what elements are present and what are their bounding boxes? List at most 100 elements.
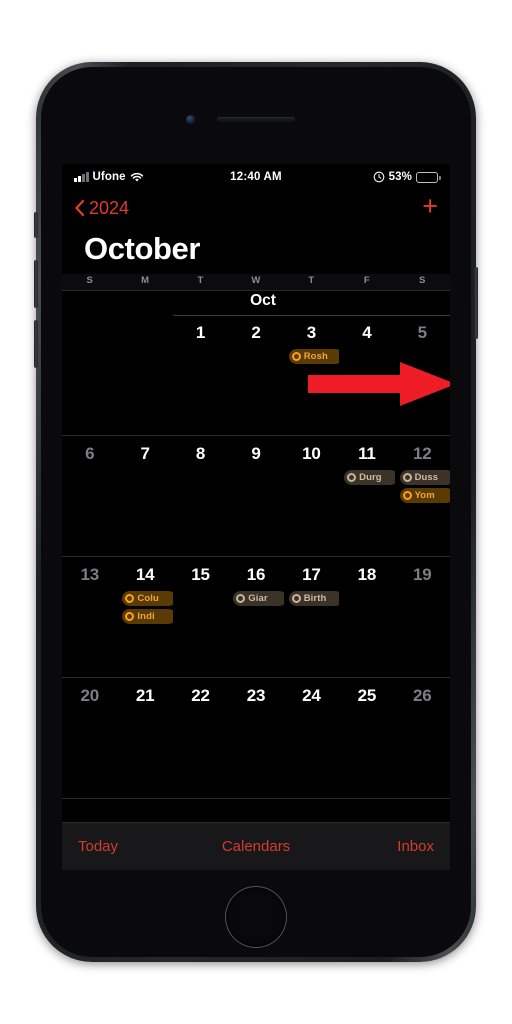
home-button[interactable] <box>225 886 287 948</box>
event-pill[interactable]: Rosh <box>288 349 340 364</box>
calendar-week-row: 1 2 3 Rosh 4 5 <box>62 315 450 436</box>
event-dot-icon <box>236 594 246 603</box>
weekday-label-mon: M <box>141 275 150 286</box>
calendar-day-cell[interactable]: 20 <box>62 678 117 798</box>
calendar-day-cell[interactable]: 11 Durg <box>339 436 395 556</box>
status-bar: Ufone 12:40 AM 53% <box>62 164 450 190</box>
inbox-button[interactable]: Inbox <box>397 838 434 855</box>
calendar-day-cell[interactable]: 9 <box>228 436 283 556</box>
event-dot-icon <box>402 473 412 482</box>
calendar-day-cell[interactable]: 22 <box>173 678 228 798</box>
calendar-week-row: 6 7 8 9 10 11 Durg 12 Duss Yom <box>62 436 450 557</box>
month-separator-strip: Oct <box>62 291 450 315</box>
calendar-day-cell[interactable]: 4 <box>339 315 394 435</box>
earpiece-speaker <box>217 117 295 122</box>
day-number: 26 <box>413 686 432 705</box>
calendar-day-cell[interactable]: 16 Giar <box>228 557 284 677</box>
calendar-day-cell[interactable]: 19 <box>395 557 450 677</box>
event-title: Rosh <box>303 351 328 362</box>
day-number: 17 <box>302 565 321 584</box>
event-pill[interactable]: Yom <box>399 488 450 503</box>
volume-up-button[interactable] <box>34 260 38 308</box>
day-number: 5 <box>417 323 427 342</box>
calendar-day-cell[interactable]: 18 <box>339 557 394 677</box>
day-number: 9 <box>251 444 261 463</box>
calendar-day-cell[interactable]: 6 <box>62 436 117 556</box>
calendar-month-grid[interactable]: 1 2 3 Rosh 4 5 6 7 8 9 10 11 Durg 12 Duss Yom 13 14 Colu In… <box>62 315 450 799</box>
day-number: 11 <box>358 444 376 463</box>
event-dot-icon <box>347 473 357 482</box>
event-title: Yom <box>414 490 435 501</box>
calendar-day-cell[interactable]: 26 <box>395 678 450 798</box>
event-pill[interactable]: Giar <box>233 591 284 606</box>
calendar-day-cell[interactable]: 24 <box>284 678 339 798</box>
calendar-day-cell[interactable]: 21 <box>117 678 172 798</box>
calendar-day-cell[interactable]: 3 Rosh <box>284 315 340 435</box>
silent-switch[interactable] <box>34 212 38 238</box>
event-title: Duss <box>414 472 439 483</box>
day-number: 8 <box>195 444 206 463</box>
day-number: 18 <box>357 565 377 584</box>
event-dot-icon <box>291 352 301 361</box>
day-events-list: Durg <box>339 470 395 485</box>
month-strip-label: Oct <box>250 292 276 309</box>
front-camera-icon <box>186 115 195 124</box>
event-pill[interactable]: Colu <box>122 591 173 606</box>
page-title: October <box>84 231 201 266</box>
day-number: 7 <box>140 444 150 463</box>
alarm-clock-icon <box>373 171 385 183</box>
weekday-label-sat: S <box>419 275 426 286</box>
battery-percent-label: 53% <box>388 171 412 183</box>
event-title: Durg <box>359 472 382 483</box>
calendar-day-cell[interactable]: 15 <box>173 557 228 677</box>
weekday-header-row: S M T W T F S <box>62 274 450 291</box>
day-number: 21 <box>135 686 155 705</box>
day-number: 6 <box>85 444 95 463</box>
back-to-year-button[interactable]: 2024 <box>74 198 129 219</box>
event-dot-icon <box>125 594 135 603</box>
calendar-day-cell[interactable]: 13 <box>62 557 117 677</box>
day-number: 14 <box>135 565 155 584</box>
calendar-day-cell[interactable]: 23 <box>228 678 283 798</box>
event-pill[interactable]: Duss <box>399 470 450 485</box>
event-dot-icon <box>291 594 301 603</box>
calendar-day-cell[interactable]: 8 <box>173 436 228 556</box>
add-event-button[interactable]: + <box>422 193 438 223</box>
day-number: 22 <box>191 686 210 705</box>
status-bar-right: 53% <box>373 171 441 183</box>
calendars-button[interactable]: Calendars <box>222 838 290 855</box>
calendar-day-cell[interactable]: 2 <box>228 315 283 435</box>
calendar-week-row: 13 14 Colu Indi 15 16 Giar 17 Birth 18 19 <box>62 557 450 678</box>
day-number: 20 <box>80 686 99 705</box>
weekday-label-tue: T <box>197 275 204 286</box>
event-pill[interactable]: Indi <box>122 609 173 624</box>
event-title: Birth <box>303 593 327 604</box>
volume-down-button[interactable] <box>34 320 38 368</box>
event-dot-icon <box>125 612 135 621</box>
today-button[interactable]: Today <box>78 838 118 855</box>
day-number: 2 <box>251 323 261 342</box>
calendar-day-cell[interactable]: 5 <box>395 315 450 435</box>
event-dot-icon <box>402 491 412 500</box>
calendar-day-cell[interactable]: 12 Duss Yom <box>395 436 450 556</box>
event-pill[interactable]: Birth <box>288 591 340 606</box>
calendar-day-cell[interactable]: 7 <box>117 436 172 556</box>
status-bar-left: Ufone <box>74 171 144 183</box>
calendar-day-cell[interactable]: 17 Birth <box>284 557 340 677</box>
battery-icon <box>416 171 441 183</box>
day-number: 23 <box>246 686 266 705</box>
phone-device-frame: Ufone 12:40 AM 53% 2024 + October S M T … <box>34 62 478 962</box>
calendar-day-cell[interactable]: 10 <box>284 436 339 556</box>
event-pill[interactable]: Durg <box>344 470 395 485</box>
day-events-list: Birth <box>284 591 340 606</box>
navigation-bar: 2024 + <box>62 190 450 226</box>
day-events-list: Duss Yom <box>395 470 450 503</box>
day-number: 15 <box>191 565 210 584</box>
calendar-day-cell[interactable]: 1 <box>173 315 228 435</box>
calendar-day-cell[interactable]: 14 Colu Indi <box>117 557 173 677</box>
wifi-icon <box>130 172 144 183</box>
power-button[interactable] <box>474 267 478 339</box>
phone-screen: Ufone 12:40 AM 53% 2024 + October S M T … <box>62 164 450 870</box>
calendar-day-cell[interactable]: 25 <box>339 678 394 798</box>
day-events-list: Giar <box>228 591 284 606</box>
